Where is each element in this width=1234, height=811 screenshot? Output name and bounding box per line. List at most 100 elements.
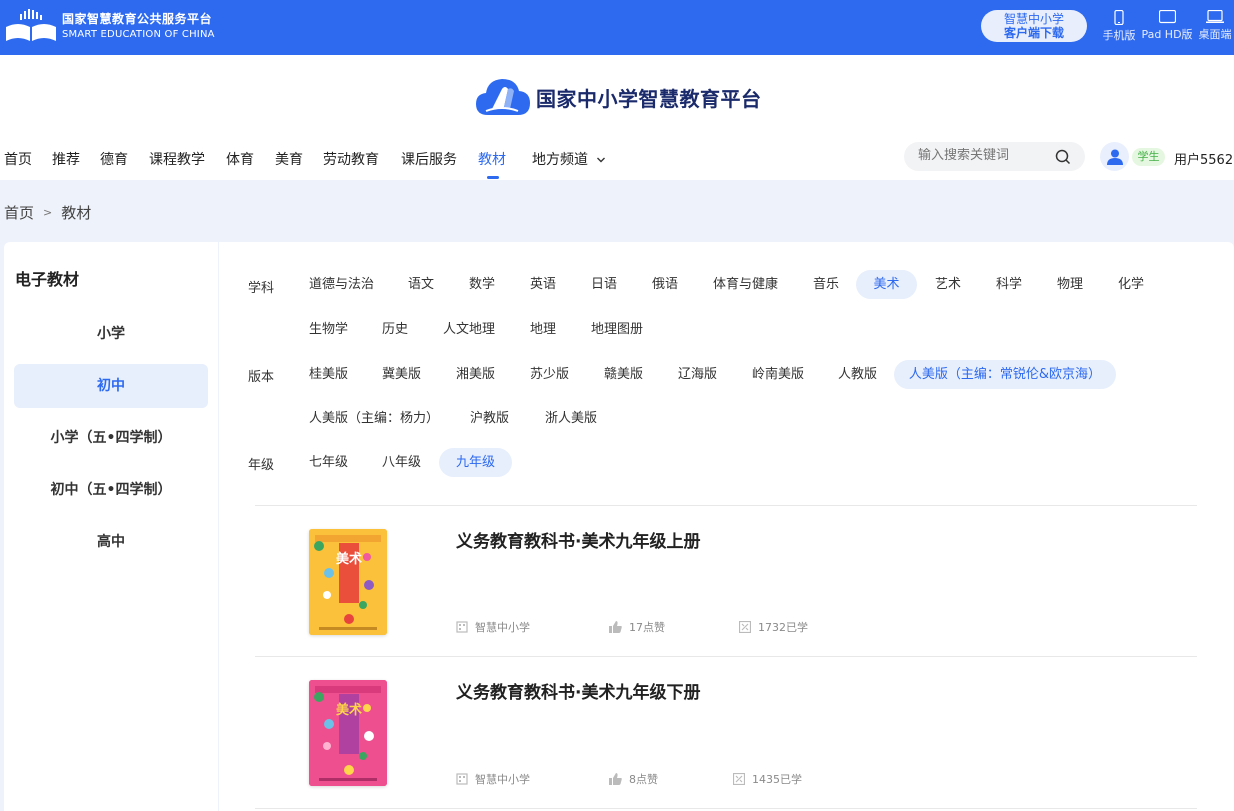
nav-local-channel[interactable]: 地方频道 (532, 149, 606, 169)
building-icon (456, 621, 468, 633)
platform-brand[interactable]: 国家智慧教育公共服务平台 SMART EDUCATION OF CHINA (4, 8, 215, 46)
breadcrumb-current: 教材 (61, 204, 92, 222)
tablet-icon (1158, 10, 1176, 24)
breadcrumb-separator: > (43, 206, 53, 219)
nav-moral[interactable]: 德育 (100, 149, 128, 169)
search-box (904, 142, 1085, 171)
subject-option[interactable]: 体育与健康 (713, 270, 778, 299)
nav-home[interactable]: 首页 (4, 149, 32, 169)
learned-count: 1732已学 (758, 621, 808, 634)
client-download-button[interactable]: 智慧中小学 客户端下载 (981, 10, 1087, 42)
nav-sports[interactable]: 体育 (226, 149, 254, 169)
svg-text:美术: 美术 (336, 551, 362, 567)
avatar[interactable] (1100, 142, 1129, 171)
grade-option[interactable]: 七年级 (309, 448, 348, 477)
search-icon[interactable] (1055, 149, 1071, 165)
edition-option[interactable]: 浙人美版 (545, 404, 597, 433)
study-count-icon (733, 773, 745, 785)
nav-labor[interactable]: 劳动教育 (323, 149, 379, 169)
edition-option[interactable]: 冀美版 (382, 360, 421, 389)
sidebar-item-senior[interactable]: 高中 (14, 520, 208, 564)
subject-option[interactable]: 生物学 (309, 315, 348, 344)
edition-option[interactable]: 苏少版 (530, 360, 569, 389)
subject-option[interactable]: 艺术 (935, 270, 961, 299)
svg-text:美术: 美术 (336, 702, 362, 718)
likes-count: 17点赞 (629, 621, 665, 634)
publisher-name: 智慧中小学 (475, 773, 530, 786)
nav-recommend[interactable]: 推荐 (52, 149, 80, 169)
subject-option[interactable]: 化学 (1118, 270, 1144, 299)
edition-option[interactable]: 赣美版 (604, 360, 643, 389)
brand-name-cn: 国家智慧教育公共服务平台 (62, 12, 213, 26)
study-count-icon (739, 621, 751, 633)
subject-option[interactable]: 数学 (469, 270, 495, 299)
nav-textbooks[interactable]: 教材 (478, 149, 506, 169)
learned-count: 1435已学 (752, 773, 802, 786)
art-textbook-cover-pink: 美术 (309, 680, 387, 786)
device-desktop-label: 桌面端 (1198, 28, 1232, 41)
subject-option[interactable]: 历史 (382, 315, 408, 344)
subject-option[interactable]: 科学 (996, 270, 1022, 299)
download-line1: 智慧中小学 (1003, 12, 1064, 26)
laptop-icon (1206, 10, 1224, 23)
device-tablet-link[interactable]: Pad HD版 (1140, 10, 1194, 42)
subject-option-selected[interactable]: 美术 (856, 270, 917, 299)
grade-option-selected[interactable]: 九年级 (439, 448, 512, 477)
phone-icon (1114, 10, 1124, 25)
device-phone-label: 手机版 (1102, 29, 1136, 42)
download-line2: 客户端下载 (1003, 26, 1064, 40)
edition-option[interactable]: 岭南美版 (752, 360, 804, 389)
book-title[interactable]: 义务教育教科书·美术九年级上册 (456, 527, 700, 552)
book-title[interactable]: 义务教育教科书·美术九年级下册 (456, 678, 700, 703)
book-likes: 17点赞 (609, 619, 665, 635)
book-cover-image[interactable]: 美术 (309, 529, 387, 635)
nav-course[interactable]: 课程教学 (149, 149, 205, 169)
search-input[interactable] (918, 148, 1048, 163)
edition-option[interactable]: 沪教版 (470, 404, 509, 433)
building-icon (456, 773, 468, 785)
subject-option[interactable]: 地理 (530, 315, 556, 344)
device-phone-link[interactable]: 手机版 (1102, 10, 1136, 43)
site-logo[interactable]: 国家中小学智慧教育平台 (474, 75, 762, 119)
book-learned: 1732已学 (739, 619, 808, 635)
art-textbook-cover-yellow: 美术 (309, 529, 387, 635)
sidebar-item-primary-54[interactable]: 小学（五•四学制） (14, 416, 208, 460)
edition-option[interactable]: 桂美版 (309, 360, 348, 389)
edition-option[interactable]: 辽海版 (678, 360, 717, 389)
book-learned: 1435已学 (733, 771, 802, 787)
subject-option[interactable]: 物理 (1057, 270, 1083, 299)
site-title: 国家中小学智慧教育平台 (536, 86, 762, 111)
open-book-logo-icon (6, 9, 56, 41)
grade-option[interactable]: 八年级 (382, 448, 421, 477)
nav-aesthetic[interactable]: 美育 (275, 149, 303, 169)
device-desktop-link[interactable]: 桌面端 (1197, 10, 1233, 42)
list-divider (255, 808, 1197, 809)
edition-option-selected[interactable]: 人美版（主编：常锐伦&欧京海） (894, 360, 1116, 389)
book-likes: 8点赞 (609, 771, 658, 787)
subject-option[interactable]: 音乐 (813, 270, 839, 299)
subject-option[interactable]: 日语 (591, 270, 617, 299)
edition-option[interactable]: 人美版（主编：杨力） (309, 404, 439, 433)
breadcrumb-home[interactable]: 首页 (4, 202, 34, 223)
sidebar-item-junior[interactable]: 初中 (14, 364, 208, 408)
username[interactable]: 用户5562 (1174, 149, 1233, 168)
textbook-panel: 学科 道德与法治 语文 数学 英语 日语 俄语 体育与健康 音乐 美术 艺术 科… (219, 242, 1234, 811)
sidebar-item-primary[interactable]: 小学 (14, 312, 208, 356)
chevron-down-icon (597, 157, 606, 163)
edition-option[interactable]: 湘美版 (456, 360, 495, 389)
site-header: 国家中小学智慧教育平台 首页 推荐 德育 课程教学 体育 美育 劳动教育 课后服… (0, 55, 1234, 180)
breadcrumb: 首页 > 教材 (4, 202, 91, 223)
device-tablet-label: Pad HD版 (1141, 28, 1193, 41)
subject-option[interactable]: 语文 (408, 270, 434, 299)
subject-option[interactable]: 地理图册 (591, 315, 643, 344)
subject-option[interactable]: 英语 (530, 270, 556, 299)
student-role-badge: 学生 (1132, 148, 1165, 166)
edition-option[interactable]: 人教版 (838, 360, 877, 389)
nav-after-school[interactable]: 课后服务 (401, 149, 457, 169)
sidebar-item-junior-54[interactable]: 初中（五•四学制） (14, 468, 208, 512)
subject-option[interactable]: 俄语 (652, 270, 678, 299)
subject-option[interactable]: 道德与法治 (309, 270, 374, 299)
subject-option[interactable]: 人文地理 (443, 315, 495, 344)
book-publisher: 智慧中小学 (456, 619, 530, 635)
book-cover-image[interactable]: 美术 (309, 680, 387, 786)
